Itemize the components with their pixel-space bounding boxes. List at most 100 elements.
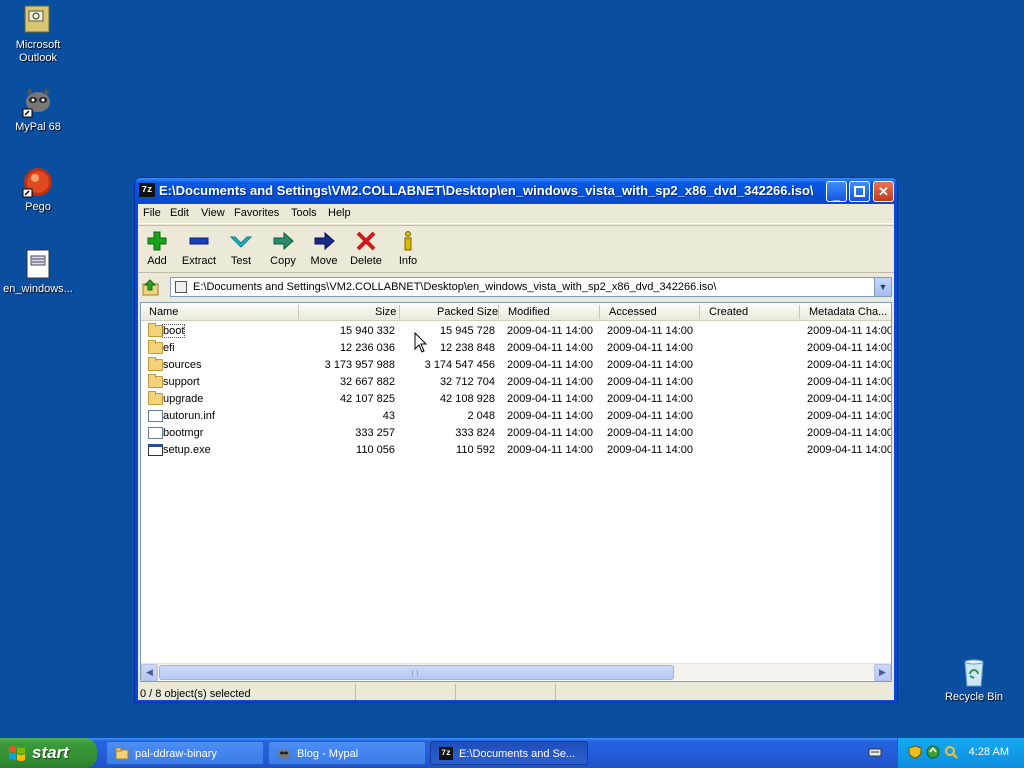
folder-icon [148,357,163,371]
clock[interactable]: 4:28 AM [969,746,1009,758]
search-icon[interactable] [944,745,958,759]
item-modified: 2009-04-11 14:00 [507,410,594,422]
close-button[interactable]: ✕ [873,181,894,202]
desktop-icon-iso[interactable]: en_windows... [0,248,76,296]
status-panel [356,684,456,700]
security-shield-icon[interactable] [908,745,922,759]
col-created[interactable]: Created [709,306,748,318]
item-accessed: 2009-04-11 14:00 [607,444,694,456]
folder-icon [115,747,129,760]
item-size: 32 667 882 [339,376,395,388]
list-item[interactable]: autorun.inf 43 2 048 2009-04-11 14:00 20… [141,408,891,425]
column-divider[interactable] [298,305,299,319]
column-divider[interactable] [399,305,400,319]
menu-favorites[interactable]: Favorites [234,207,279,219]
minimize-button[interactable]: _ [826,181,847,202]
add-button[interactable]: Add [137,230,177,272]
menu-file[interactable]: File [143,207,161,219]
move-arrow-icon [313,230,335,252]
item-name: upgrade [163,393,204,405]
menu-view[interactable]: View [201,207,225,219]
copy-label: Copy [270,255,296,267]
windows-flag-icon [8,745,26,761]
taskbar-item-blog-mypal[interactable]: Blog - Mypal [268,741,426,765]
window-client: File Edit View Favorites Tools Help Add … [138,204,894,700]
col-modified[interactable]: Modified [508,306,550,318]
start-label: start [32,743,69,762]
keyboard-icon[interactable] [868,745,882,759]
desktop-icon-recycle-bin[interactable]: Recycle Bin [936,656,1012,704]
item-modified: 2009-04-11 14:00 [507,444,594,456]
test-label: Test [230,255,252,267]
file-icon [148,427,163,439]
item-metadata-changed: 2009-04-11 14:00 [807,325,892,337]
folder-icon [148,323,163,337]
folder-up-icon [142,279,159,296]
network-icon[interactable] [926,745,940,759]
horizontal-scrollbar[interactable]: ◀ ▶ [141,663,891,681]
mouse-cursor-icon [414,332,428,353]
column-divider[interactable] [599,305,600,319]
7zip-icon: 7z [439,747,453,760]
up-folder-button[interactable] [140,277,162,297]
list-item[interactable]: support 32 667 882 32 712 704 2009-04-11… [141,374,891,391]
extract-button[interactable]: Extract [179,230,219,272]
item-metadata-changed: 2009-04-11 14:00 [807,410,892,422]
address-text: E:\Documents and Settings\VM2.COLLABNET\… [193,281,717,293]
item-accessed: 2009-04-11 14:00 [607,393,694,405]
col-name[interactable]: Name [149,306,178,318]
menu-edit[interactable]: Edit [170,207,189,219]
column-divider[interactable] [799,305,800,319]
list-item[interactable]: setup.exe 110 056 110 592 2009-04-11 14:… [141,442,891,459]
address-combobox[interactable]: E:\Documents and Settings\VM2.COLLABNET\… [170,277,892,297]
col-metadata-changed[interactable]: Metadata Cha... [809,306,887,318]
col-packed-size[interactable]: Packed Size [437,306,498,318]
item-name: autorun.inf [163,410,215,422]
scrollbar-thumb[interactable] [159,665,674,680]
item-modified: 2009-04-11 14:00 [507,427,594,439]
column-divider[interactable] [699,305,700,319]
toolbar: Add Extract Test Copy Move Delete Info [138,225,894,273]
maximize-button[interactable] [849,181,870,202]
menu-bar: File Edit View Favorites Tools Help [138,204,894,224]
list-item[interactable]: efi 12 236 036 12 238 848 2009-04-11 14:… [141,340,891,357]
item-size: 110 056 [356,444,395,456]
item-size: 3 173 957 988 [324,359,395,371]
item-size: 42 107 825 [339,393,395,405]
copy-button[interactable]: Copy [263,230,303,272]
scroll-left-icon[interactable]: ◀ [141,664,158,681]
item-packed-size: 32 712 704 [439,376,495,388]
inf-file-icon [148,410,163,422]
info-button[interactable]: Info [388,230,428,272]
delete-button[interactable]: Delete [346,230,386,272]
start-button[interactable]: start [0,738,97,768]
scroll-right-icon[interactable]: ▶ [874,664,891,681]
desktop-icon-pego[interactable]: Pego [0,166,76,214]
list-item[interactable]: upgrade 42 107 825 42 108 928 2009-04-11… [141,391,891,408]
item-accessed: 2009-04-11 14:00 [607,325,694,337]
7zip-window: 7z E:\Documents and Settings\VM2.COLLABN… [134,177,898,703]
move-button[interactable]: Move [304,230,344,272]
taskbar-item-7zip[interactable]: 7z E:\Documents and Se... [430,741,588,765]
list-item[interactable]: boot 15 940 332 15 945 728 2009-04-11 14… [141,323,891,340]
window-titlebar[interactable]: 7z E:\Documents and Settings\VM2.COLLABN… [135,178,897,204]
taskbar-item-pal-ddraw[interactable]: pal-ddraw-binary [106,741,264,765]
list-item[interactable]: sources 3 173 957 988 3 174 547 456 2009… [141,357,891,374]
menu-help[interactable]: Help [328,207,351,219]
menu-tools[interactable]: Tools [291,207,317,219]
test-button[interactable]: Test [221,230,261,272]
col-size[interactable]: Size [375,306,396,318]
status-panel: 0 / 8 object(s) selected [138,684,356,700]
item-metadata-changed: 2009-04-11 14:00 [807,342,892,354]
item-metadata-changed: 2009-04-11 14:00 [807,393,892,405]
list-item[interactable]: bootmgr 333 257 333 824 2009-04-11 14:00… [141,425,891,442]
info-label: Info [398,255,418,267]
item-packed-size: 333 824 [455,427,495,439]
grip-icon [412,670,418,676]
column-divider[interactable] [498,305,499,319]
folder-icon [148,340,163,354]
desktop-icon-outlook[interactable]: Microsoft Outlook [0,4,76,65]
col-accessed[interactable]: Accessed [609,306,657,318]
chevron-down-icon[interactable]: ▼ [874,278,891,296]
desktop-icon-mypal[interactable]: MyPal 68 [0,86,76,134]
